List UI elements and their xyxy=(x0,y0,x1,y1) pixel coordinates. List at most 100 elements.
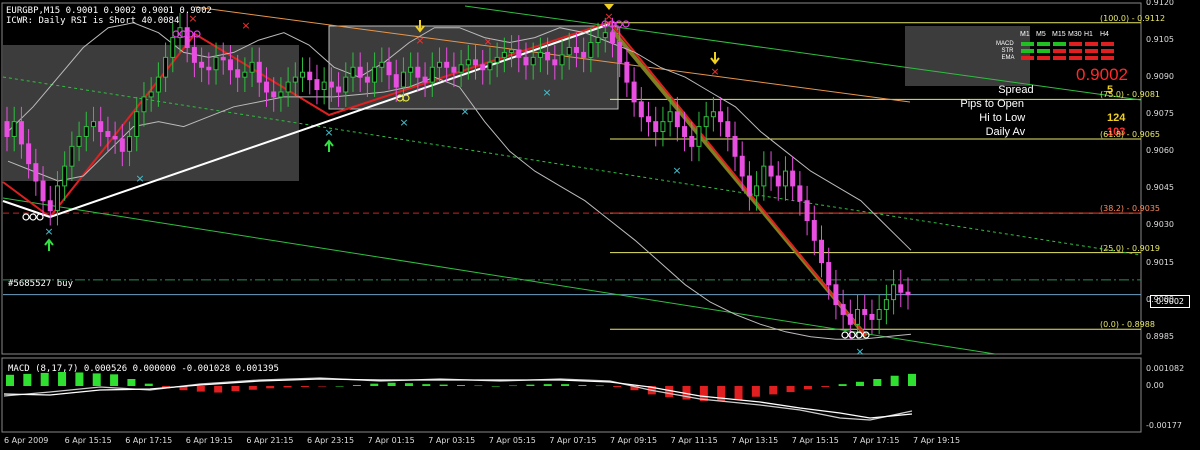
candle-body xyxy=(328,81,334,88)
macd-bar xyxy=(6,374,14,386)
signal-box xyxy=(1085,42,1098,46)
macd-bar xyxy=(873,379,882,386)
x-tick-label: 7 Apr 03:15 xyxy=(428,436,476,445)
macd-y-tick-label: 0.00 xyxy=(1146,381,1164,390)
panel-item-label: Spread xyxy=(998,84,1034,96)
macd-bar xyxy=(196,386,205,392)
candle-body xyxy=(797,185,803,202)
candle-body xyxy=(573,46,579,53)
buy-marker: × xyxy=(324,126,333,139)
top-circle xyxy=(622,20,630,28)
candle-body xyxy=(523,56,529,66)
candle-body xyxy=(833,284,839,306)
panel-header: M5 xyxy=(1036,31,1046,38)
candle-body xyxy=(271,91,277,98)
macd-bar xyxy=(248,386,257,390)
candle-body xyxy=(458,64,464,73)
candle-body xyxy=(278,91,284,98)
candle-body xyxy=(494,56,500,63)
signal-box xyxy=(1085,56,1098,60)
signal-box xyxy=(1053,49,1066,53)
macd-bar xyxy=(509,385,518,387)
y-tick-label: 0.9060 xyxy=(1146,146,1174,156)
fib-label: (100.0) - 0.9112 xyxy=(1100,13,1166,23)
macd-bar xyxy=(335,386,344,387)
chart-window: × × × × × × × × × × × × × × EURGBP,M15 0.9001 0.9002 … xyxy=(0,0,1200,450)
x-tick-label: 6 Apr 21:15 xyxy=(246,436,294,445)
bottom-circle xyxy=(841,331,849,339)
x-tick-label: 7 Apr 05:15 xyxy=(488,436,536,445)
candle-body xyxy=(62,165,68,187)
fib-label: (25.0) - 0.9019 xyxy=(1100,243,1161,253)
down-arrow-icon xyxy=(710,52,720,65)
symbol-header: EURGBP,M15 0.9001 0.9002 0.9001 0.9002 xyxy=(6,6,212,16)
candle-body xyxy=(465,59,471,66)
candle-body xyxy=(891,284,897,301)
candle-body xyxy=(199,61,205,68)
candle-body xyxy=(393,74,399,88)
macd-bar xyxy=(40,372,49,386)
candle-body xyxy=(718,111,724,123)
candle-body xyxy=(4,121,10,137)
macd-signal-line xyxy=(3,378,913,419)
macd-bar xyxy=(491,386,500,387)
candle-body xyxy=(855,309,861,325)
candle-body xyxy=(134,111,140,137)
macd-line xyxy=(3,377,913,421)
candle-body xyxy=(206,66,212,71)
candle-body xyxy=(436,61,442,68)
buy-marker: × xyxy=(44,225,53,238)
candle-body xyxy=(307,71,313,81)
candle-body xyxy=(876,309,882,320)
bottom-circle xyxy=(22,213,30,221)
candle-body xyxy=(429,66,435,83)
macd-bar xyxy=(769,386,778,395)
buy-marker: × xyxy=(855,345,864,358)
signal-box xyxy=(1037,49,1050,53)
candle-body xyxy=(898,284,904,293)
candle-body xyxy=(905,291,911,296)
candle-body xyxy=(480,64,486,71)
candle-body xyxy=(112,135,118,140)
candle-body xyxy=(552,59,558,66)
signal-box xyxy=(1037,56,1050,60)
x-tick-label: 7 Apr 13:15 xyxy=(731,436,779,445)
candle-body xyxy=(321,81,327,91)
candle-body xyxy=(220,56,226,61)
candle-body xyxy=(703,116,709,128)
bottom-circle xyxy=(36,213,44,221)
candle-body xyxy=(674,111,680,128)
candle-body xyxy=(487,61,493,71)
candle-body xyxy=(292,76,298,83)
candle-body xyxy=(646,116,652,123)
sell-marker: × xyxy=(415,34,424,47)
macd-bar xyxy=(110,374,119,386)
panel-row-label: STR xyxy=(1001,48,1014,54)
candle-body xyxy=(775,175,781,187)
top-circle xyxy=(615,20,623,28)
y-tick-label: 0.9075 xyxy=(1146,109,1174,119)
buy-marker: × xyxy=(542,86,551,99)
macd-bar xyxy=(58,372,67,386)
macd-bar xyxy=(439,384,448,386)
macd-bar xyxy=(23,373,32,386)
candle-body xyxy=(689,135,695,147)
macd-bar xyxy=(214,386,223,393)
signal-box xyxy=(1069,49,1082,53)
macd-bar xyxy=(283,386,292,388)
macd-bar xyxy=(231,386,240,392)
candle-body xyxy=(69,145,75,167)
candle-body xyxy=(98,121,104,133)
bottom-circle xyxy=(29,213,37,221)
y-tick-label: 0.9120 xyxy=(1146,0,1174,7)
candle-body xyxy=(76,135,82,147)
signal-box xyxy=(1101,49,1114,53)
candle-body xyxy=(609,32,615,44)
macd-bar xyxy=(543,384,552,386)
macd-bar xyxy=(370,383,379,386)
range-box-left xyxy=(3,45,299,181)
macd-bar xyxy=(595,385,604,387)
candle-body xyxy=(285,81,291,93)
candle-body xyxy=(227,59,233,71)
main-chart-svg: ××× ××××××××××× xyxy=(1,2,1142,433)
